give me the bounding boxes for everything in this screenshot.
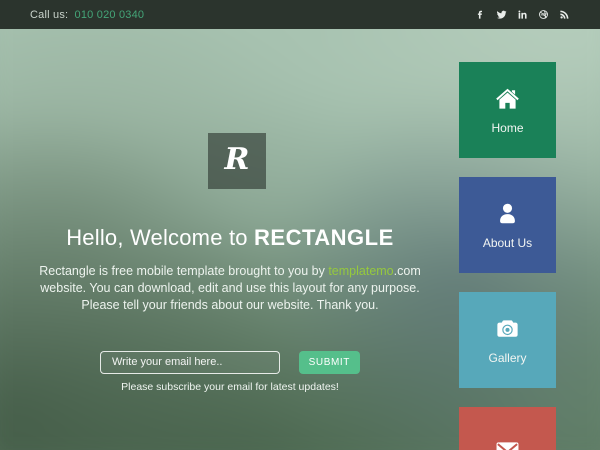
sidebar-item-mail[interactable] bbox=[459, 407, 556, 450]
email-input[interactable] bbox=[100, 351, 280, 374]
templatemo-link[interactable]: templatemo bbox=[328, 264, 393, 278]
sidebar-item-gallery[interactable]: Gallery bbox=[459, 292, 556, 388]
linkedin-icon[interactable] bbox=[516, 9, 528, 21]
top-bar: Call us: 010 020 0340 bbox=[0, 0, 600, 29]
submit-button[interactable]: SUBMIT bbox=[299, 351, 360, 374]
sidebar-item-label: About Us bbox=[483, 236, 532, 250]
sidebar-item-label: Home bbox=[491, 121, 523, 135]
brand-name: RECTANGLE bbox=[254, 225, 394, 250]
camera-icon bbox=[494, 315, 521, 342]
page: Call us: 010 020 0340 R Hel bbox=[0, 0, 600, 450]
person-icon bbox=[494, 200, 521, 227]
envelope-icon bbox=[494, 437, 521, 450]
rss-icon[interactable] bbox=[558, 9, 570, 21]
hero-section: R Hello, Welcome to RECTANGLE Rectangle … bbox=[0, 0, 460, 450]
intro-text-before: Rectangle is free mobile template brough… bbox=[39, 264, 328, 278]
intro-paragraph: Rectangle is free mobile template brough… bbox=[25, 263, 435, 314]
social-links bbox=[474, 9, 570, 21]
twitter-icon[interactable] bbox=[495, 9, 507, 21]
sidebar-item-about-us[interactable]: About Us bbox=[459, 177, 556, 273]
call-us-label: Call us: bbox=[30, 9, 68, 21]
facebook-icon[interactable] bbox=[474, 9, 486, 21]
sidebar-item-home[interactable]: Home bbox=[459, 62, 556, 158]
dribbble-icon[interactable] bbox=[537, 9, 549, 21]
subscribe-form: SUBMIT bbox=[100, 350, 360, 374]
sidebar-item-label: Gallery bbox=[488, 351, 526, 365]
home-icon bbox=[494, 85, 521, 112]
call-us: Call us: 010 020 0340 bbox=[30, 9, 144, 21]
phone-number[interactable]: 010 020 0340 bbox=[75, 9, 145, 21]
heading-prefix: Hello, Welcome to bbox=[66, 225, 254, 250]
logo-letter: R bbox=[225, 142, 250, 177]
subscribe-note: Please subscribe your email for latest u… bbox=[0, 381, 460, 393]
page-title: Hello, Welcome to RECTANGLE bbox=[0, 225, 460, 251]
logo-square: R bbox=[208, 133, 266, 189]
